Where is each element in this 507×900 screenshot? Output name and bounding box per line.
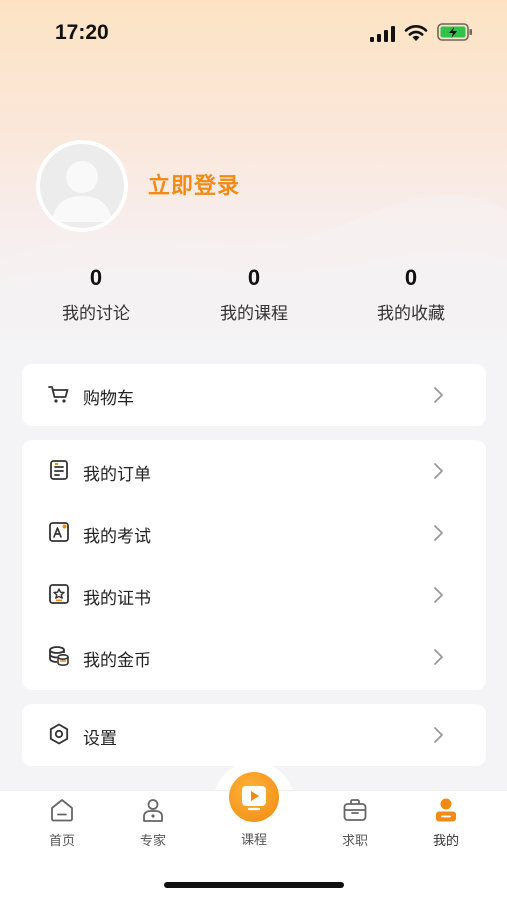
stat-label: 我的收藏: [377, 304, 445, 324]
menu-item-certificates[interactable]: 我的证书: [22, 564, 486, 626]
tab-jobs[interactable]: 求职: [315, 796, 395, 849]
coins-icon: [49, 646, 69, 667]
stat-count: 0: [89, 265, 103, 290]
tab-courses-button[interactable]: [229, 772, 279, 822]
chevron-right-icon: [434, 649, 443, 665]
settings-card: 设置: [22, 704, 486, 766]
home-icon: [51, 799, 73, 822]
menu-item-label: 购物车: [83, 389, 134, 409]
stats-row: 0 我的讨论 0 我的课程 0 我的收藏: [0, 265, 507, 335]
chevron-right-icon: [434, 463, 443, 479]
tab-experts[interactable]: 专家: [113, 796, 193, 849]
chevron-right-icon: [434, 525, 443, 541]
menu-item-cart[interactable]: 购物车: [22, 364, 486, 426]
home-indicator: [164, 882, 344, 888]
menu-item-orders[interactable]: 我的订单: [22, 440, 486, 502]
tab-mine[interactable]: 我的: [406, 796, 486, 849]
default-user-icon: [52, 161, 112, 222]
menu-item-coins[interactable]: 我的金币: [22, 626, 486, 688]
status-bar: 17:20: [0, 0, 507, 66]
menu-item-label: 我的考试: [83, 527, 151, 547]
stat-label: 我的讨论: [62, 304, 130, 324]
status-time: 17:20: [55, 21, 109, 44]
battery-charging-icon: [437, 23, 472, 41]
account-menu-card: 我的订单 我的考试 我的证书 我的金币: [22, 440, 486, 690]
tab-label: 我的: [432, 834, 459, 849]
stat-count: 0: [404, 265, 418, 290]
menu-item-settings[interactable]: 设置: [22, 704, 486, 766]
stat-discussions[interactable]: 0 我的讨论: [26, 265, 166, 324]
tab-label: 专家: [139, 834, 166, 849]
stat-courses[interactable]: 0 我的课程: [184, 265, 324, 324]
menu-item-label: 我的金币: [83, 651, 151, 671]
cellular-signal-icon: [370, 26, 395, 42]
play-video-icon: [242, 786, 266, 811]
chevron-right-icon: [434, 387, 443, 403]
briefcase-icon: [343, 799, 367, 821]
order-icon: [50, 460, 68, 480]
expert-icon: [143, 799, 163, 822]
exam-icon: [49, 522, 69, 542]
chevron-right-icon: [434, 587, 443, 603]
chevron-right-icon: [434, 727, 443, 743]
certificate-icon: [49, 584, 69, 604]
menu-item-exams[interactable]: 我的考试: [22, 502, 486, 564]
settings-icon: [49, 723, 69, 745]
cart-icon: [48, 386, 69, 403]
menu-item-label: 设置: [83, 729, 117, 749]
menu-item-label: 我的证书: [83, 589, 151, 609]
tab-label: 求职: [341, 834, 368, 849]
cart-card: 购物车: [22, 364, 486, 426]
avatar[interactable]: [36, 140, 128, 232]
menu-item-label: 我的订单: [83, 465, 151, 485]
tab-home[interactable]: 首页: [22, 796, 102, 849]
stat-count: 0: [247, 265, 261, 290]
login-link[interactable]: 立即登录: [148, 168, 240, 200]
stat-label: 我的课程: [220, 304, 288, 324]
wifi-icon: [404, 25, 428, 41]
stat-favorites[interactable]: 0 我的收藏: [341, 265, 481, 324]
tab-courses-label: 课程: [240, 833, 267, 848]
user-profile-icon: [436, 798, 456, 822]
tab-label: 首页: [48, 834, 75, 849]
